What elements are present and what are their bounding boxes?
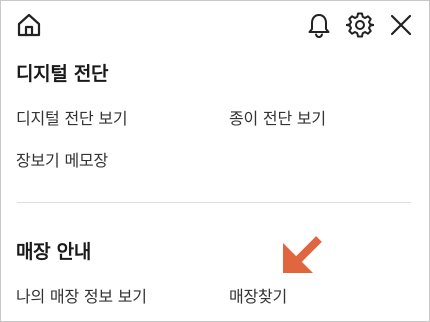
view-digital-flyer-link[interactable]: 디지털 전단 보기 — [16, 105, 128, 129]
gear-icon[interactable] — [346, 11, 374, 39]
store-info-title: 매장 안내 — [16, 241, 92, 263]
find-store-link[interactable]: 매장찾기 — [229, 283, 287, 307]
digital-flyer-title: 디지털 전단 — [16, 63, 109, 85]
close-icon[interactable] — [389, 13, 413, 37]
view-paper-flyer-link[interactable]: 종이 전단 보기 — [229, 105, 326, 129]
arrow-icon — [279, 233, 323, 281]
section-divider — [17, 202, 411, 203]
home-icon[interactable] — [16, 12, 42, 38]
bell-icon[interactable] — [305, 11, 333, 39]
my-store-info-link[interactable]: 나의 매장 정보 보기 — [16, 283, 147, 307]
shopping-memo-link[interactable]: 장보기 메모장 — [16, 147, 108, 171]
menu-panel: 디지털 전단 디지털 전단 보기 종이 전단 보기 장보기 메모장 매장 안내 … — [0, 0, 430, 322]
